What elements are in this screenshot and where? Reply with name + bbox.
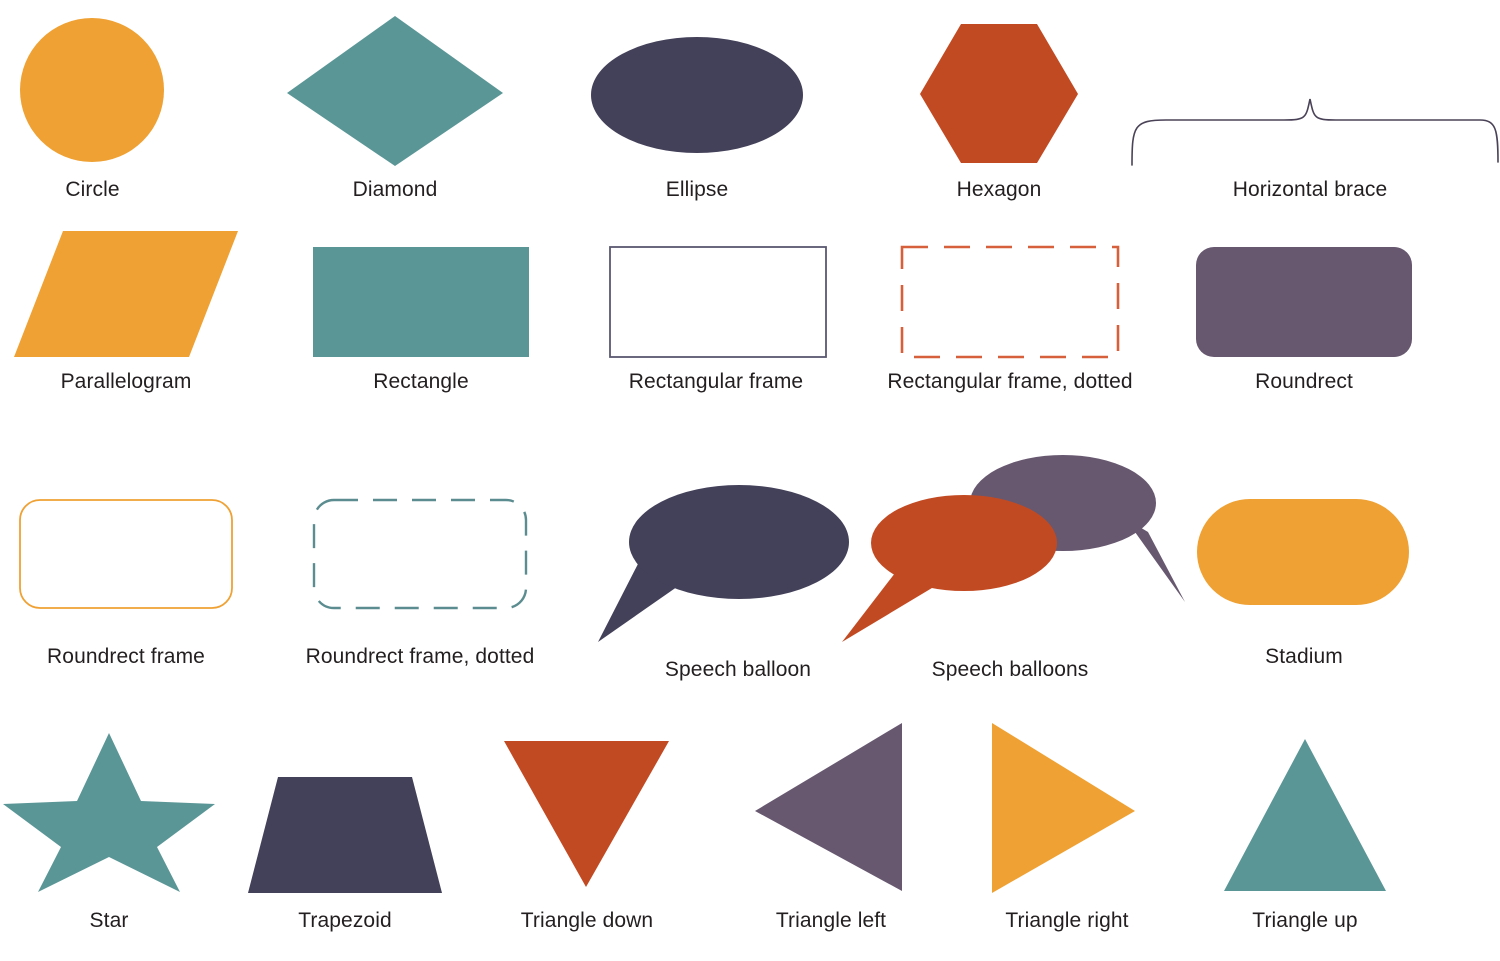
shape-label: Star <box>89 909 129 932</box>
shape-label: Roundrect frame <box>47 645 205 668</box>
roundrect-frame-shape[interactable] <box>0 485 252 613</box>
shape-item-star[interactable]: Star <box>0 715 218 955</box>
shape-label: Circle <box>65 178 120 201</box>
triangle-right-shape[interactable] <box>958 715 1176 895</box>
shape-label: Hexagon <box>956 178 1042 201</box>
speech-balloons-shape[interactable] <box>830 430 1190 655</box>
shape-label: Rectangular frame <box>628 370 804 393</box>
shape-item-roundrect-frame[interactable]: Roundrect frame <box>0 485 252 700</box>
shape-item-hexagon[interactable]: Hexagon <box>890 10 1108 220</box>
diamond-shape[interactable] <box>286 10 504 170</box>
shape-label: Triangle left <box>775 909 887 932</box>
rectangular-frame-dotted-shape[interactable] <box>862 230 1158 359</box>
shape-item-rectangular-frame-dotted[interactable]: Rectangular frame, dotted <box>862 230 1158 410</box>
shape-label: Ellipse <box>665 178 729 201</box>
shape-label: Rectangular frame, dotted <box>887 370 1133 393</box>
shape-item-roundrect-frame-dotted[interactable]: Roundrect frame, dotted <box>272 485 568 700</box>
triangle-down-shape[interactable] <box>478 715 696 895</box>
hexagon-shape[interactable] <box>890 10 1108 170</box>
shape-item-rectangular-frame[interactable]: Rectangular frame <box>590 230 842 410</box>
speech-balloon-lower <box>842 495 1057 642</box>
shape-item-roundrect[interactable]: Roundrect <box>1178 230 1430 410</box>
shape-label: Triangle up <box>1252 909 1358 932</box>
shape-item-triangle-down[interactable]: Triangle down <box>478 715 696 955</box>
triangle-left-shape[interactable] <box>722 715 940 895</box>
shape-item-trapezoid[interactable]: Trapezoid <box>236 715 454 955</box>
shape-library-canvas: Circle Diamond Ellipse Hexagon Horizonta… <box>0 0 1500 961</box>
star-shape[interactable] <box>0 715 218 895</box>
shape-item-triangle-up[interactable]: Triangle up <box>1196 715 1414 955</box>
shape-item-speech-balloons[interactable]: Speech balloons <box>830 430 1190 700</box>
roundrect-frame-dotted-shape[interactable] <box>272 485 568 613</box>
shape-label: Triangle down <box>520 909 654 932</box>
shape-label: Diamond <box>352 178 438 201</box>
rectangular-frame-shape[interactable] <box>590 230 842 358</box>
shape-label: Rectangle <box>373 370 469 393</box>
triangle-up-shape[interactable] <box>1196 715 1414 895</box>
shape-label: Horizontal brace <box>1232 178 1388 201</box>
ellipse-shape[interactable] <box>588 10 806 170</box>
stadium-shape[interactable] <box>1178 485 1430 613</box>
circle-shape[interactable] <box>0 10 185 170</box>
shape-label: Trapezoid <box>298 909 392 932</box>
shape-item-circle[interactable]: Circle <box>0 10 185 220</box>
rectangle-shape[interactable] <box>295 230 547 358</box>
shape-item-rectangle[interactable]: Rectangle <box>295 230 547 410</box>
shape-item-parallelogram[interactable]: Parallelogram <box>0 230 252 410</box>
shape-item-triangle-right[interactable]: Triangle right <box>958 715 1176 955</box>
parallelogram-shape[interactable] <box>0 230 252 358</box>
shape-item-horizontal-brace[interactable]: Horizontal brace <box>1120 10 1500 220</box>
roundrect-shape[interactable] <box>1178 230 1430 358</box>
shape-label: Parallelogram <box>60 370 192 393</box>
shape-item-diamond[interactable]: Diamond <box>286 10 504 220</box>
shape-item-triangle-left[interactable]: Triangle left <box>722 715 940 955</box>
shape-label: Triangle right <box>1005 909 1129 932</box>
shape-label: Roundrect frame, dotted <box>305 645 535 668</box>
shape-label: Stadium <box>1265 645 1343 668</box>
shape-item-ellipse[interactable]: Ellipse <box>588 10 806 220</box>
trapezoid-shape[interactable] <box>236 715 454 895</box>
shape-item-stadium[interactable]: Stadium <box>1178 485 1430 700</box>
shape-label: Speech balloons <box>931 658 1089 681</box>
horizontal-brace-shape[interactable] <box>1120 10 1500 170</box>
shape-label: Roundrect <box>1255 370 1353 393</box>
